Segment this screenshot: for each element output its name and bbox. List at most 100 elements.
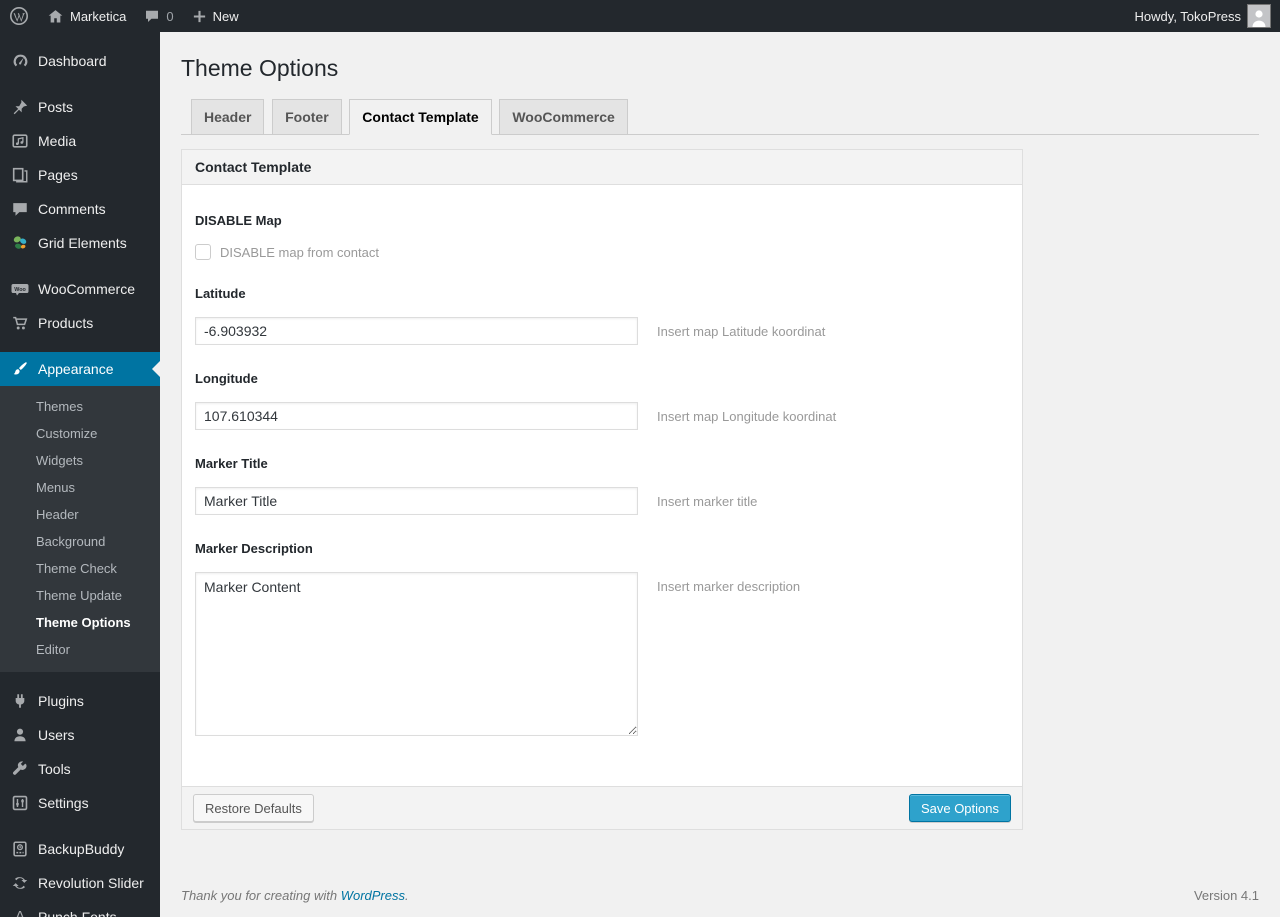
sidebar-item-appearance[interactable]: Appearance — [0, 352, 160, 386]
sidebar-item-products[interactable]: Products — [0, 306, 160, 340]
sidebar-item-label: Grid Elements — [38, 235, 127, 251]
latitude-help: Insert map Latitude koordinat — [657, 324, 826, 339]
sidebar-item-plugins[interactable]: Plugins — [0, 684, 160, 718]
avatar — [1247, 4, 1271, 28]
comment-bubble-icon — [144, 8, 160, 24]
longitude-input[interactable] — [195, 402, 638, 430]
comment-count: 0 — [166, 8, 174, 24]
submenu-item-header[interactable]: Header — [0, 501, 160, 528]
new-content-menu[interactable]: New — [183, 0, 248, 32]
tab-woocommerce[interactable]: WooCommerce — [499, 99, 628, 134]
sidebar-item-label: Media — [38, 133, 77, 149]
user-icon — [10, 725, 30, 745]
submenu-item-customize[interactable]: Customize — [0, 420, 160, 447]
home-icon — [47, 8, 64, 25]
marker-title-input[interactable] — [195, 487, 638, 515]
sidebar-item-label: WooCommerce — [38, 281, 135, 297]
sidebar-item-label: Products — [38, 315, 94, 331]
dashboard-icon — [10, 51, 30, 71]
sidebar-item-dashboard[interactable]: Dashboard — [0, 44, 160, 78]
marker-description-help: Insert marker description — [657, 579, 801, 594]
sidebar-item-pages[interactable]: Pages — [0, 158, 160, 192]
pushpin-icon — [10, 97, 30, 117]
plus-icon — [192, 9, 207, 24]
disable-map-checkbox-label[interactable]: DISABLE map from contact — [220, 245, 379, 260]
comments-menu[interactable]: 0 — [135, 0, 182, 32]
backup-drive-icon — [10, 839, 30, 859]
site-name-menu[interactable]: Marketica — [38, 0, 135, 32]
sidebar-item-users[interactable]: Users — [0, 718, 160, 752]
paintbrush-icon — [10, 359, 30, 379]
content-area: Theme Options Header Footer Contact Temp… — [160, 0, 1280, 917]
restore-defaults-button[interactable]: Restore Defaults — [193, 794, 314, 822]
page-title: Theme Options — [181, 55, 339, 81]
plugin-icon — [10, 691, 30, 711]
field-marker-title: Marker Title Insert marker title — [195, 456, 1009, 515]
site-name: Marketica — [70, 8, 127, 24]
sidebar-item-posts[interactable]: Posts — [0, 90, 160, 124]
sidebar-item-backupbuddy[interactable]: BackupBuddy — [0, 832, 160, 866]
admin-sidebar: Dashboard Posts Media Pages Comments Gri… — [0, 32, 160, 917]
wordpress-link[interactable]: WordPress — [341, 888, 405, 903]
sidebar-item-label: Plugins — [38, 693, 84, 709]
footer-thanks-prefix: Thank you for creating with — [181, 888, 341, 903]
sidebar-item-woocommerce[interactable]: Woo WooCommerce — [0, 272, 160, 306]
marker-description-label: Marker Description — [195, 541, 313, 556]
sidebar-item-label: Users — [38, 727, 75, 743]
comments-icon — [10, 199, 30, 219]
save-options-button[interactable]: Save Options — [908, 794, 1011, 822]
sidebar-item-label: Tools — [38, 761, 71, 777]
field-longitude: Longitude Insert map Longitude koordinat — [195, 371, 1009, 430]
latitude-label: Latitude — [195, 286, 246, 301]
tab-contact-template[interactable]: Contact Template — [349, 99, 492, 135]
tab-bar: Header Footer Contact Template WooCommer… — [181, 99, 1259, 135]
sidebar-item-punch-fonts[interactable]: A Punch Fonts — [0, 900, 160, 917]
sidebar-item-label: Comments — [38, 201, 106, 217]
sidebar-item-tools[interactable]: Tools — [0, 752, 160, 786]
disable-map-checkbox[interactable] — [195, 244, 211, 260]
tab-footer[interactable]: Footer — [272, 99, 342, 134]
submenu-item-themes[interactable]: Themes — [0, 393, 160, 420]
footer-thanks: Thank you for creating with WordPress. — [181, 888, 409, 903]
new-label: New — [212, 8, 239, 24]
sidebar-item-label: Punch Fonts — [38, 909, 117, 917]
marker-title-label: Marker Title — [195, 456, 268, 471]
sidebar-item-comments[interactable]: Comments — [0, 192, 160, 226]
submenu-item-widgets[interactable]: Widgets — [0, 447, 160, 474]
cart-icon — [10, 313, 30, 333]
panel-title: Contact Template — [182, 150, 1022, 185]
sidebar-item-revolution-slider[interactable]: Revolution Slider — [0, 866, 160, 900]
woocommerce-icon: Woo — [10, 279, 30, 299]
sidebar-item-label: BackupBuddy — [38, 841, 125, 857]
longitude-label: Longitude — [195, 371, 258, 386]
submenu-item-theme-options[interactable]: Theme Options — [0, 609, 160, 636]
submenu-item-theme-update[interactable]: Theme Update — [0, 582, 160, 609]
current-menu-arrow — [144, 361, 160, 377]
sidebar-item-label: Dashboard — [38, 53, 107, 69]
account-menu[interactable]: Howdy, TokoPress — [1126, 0, 1280, 32]
wordpress-logo-menu[interactable] — [0, 0, 38, 32]
sidebar-item-label: Posts — [38, 99, 74, 115]
tab-header[interactable]: Header — [191, 99, 265, 134]
wordpress-logo-icon — [9, 6, 29, 26]
sidebar-item-grid-elements[interactable]: Grid Elements — [0, 226, 160, 260]
settings-icon — [10, 793, 30, 813]
version-text: Version 4.1 — [1193, 888, 1259, 903]
panel-footer: Restore Defaults Save Options — [182, 786, 1022, 829]
latitude-input[interactable] — [195, 317, 638, 345]
sidebar-item-label: Pages — [38, 167, 78, 183]
pages-icon — [10, 165, 30, 185]
submenu-item-background[interactable]: Background — [0, 528, 160, 555]
marker-description-textarea[interactable]: Marker Content — [195, 572, 638, 736]
marker-title-help: Insert marker title — [657, 494, 758, 509]
submenu-item-editor[interactable]: Editor — [0, 636, 160, 663]
field-latitude: Latitude Insert map Latitude koordinat — [195, 286, 1009, 345]
sidebar-item-settings[interactable]: Settings — [0, 786, 160, 820]
submenu-item-theme-check[interactable]: Theme Check — [0, 555, 160, 582]
field-disable-map: DISABLE Map DISABLE map from contact — [195, 213, 1009, 260]
sidebar-item-media[interactable]: Media — [0, 124, 160, 158]
page-footer: Thank you for creating with WordPress. V… — [160, 888, 1280, 917]
appearance-submenu: Themes Customize Widgets Menus Header Ba… — [0, 386, 160, 672]
disable-map-label: DISABLE Map — [195, 213, 282, 228]
submenu-item-menus[interactable]: Menus — [0, 474, 160, 501]
